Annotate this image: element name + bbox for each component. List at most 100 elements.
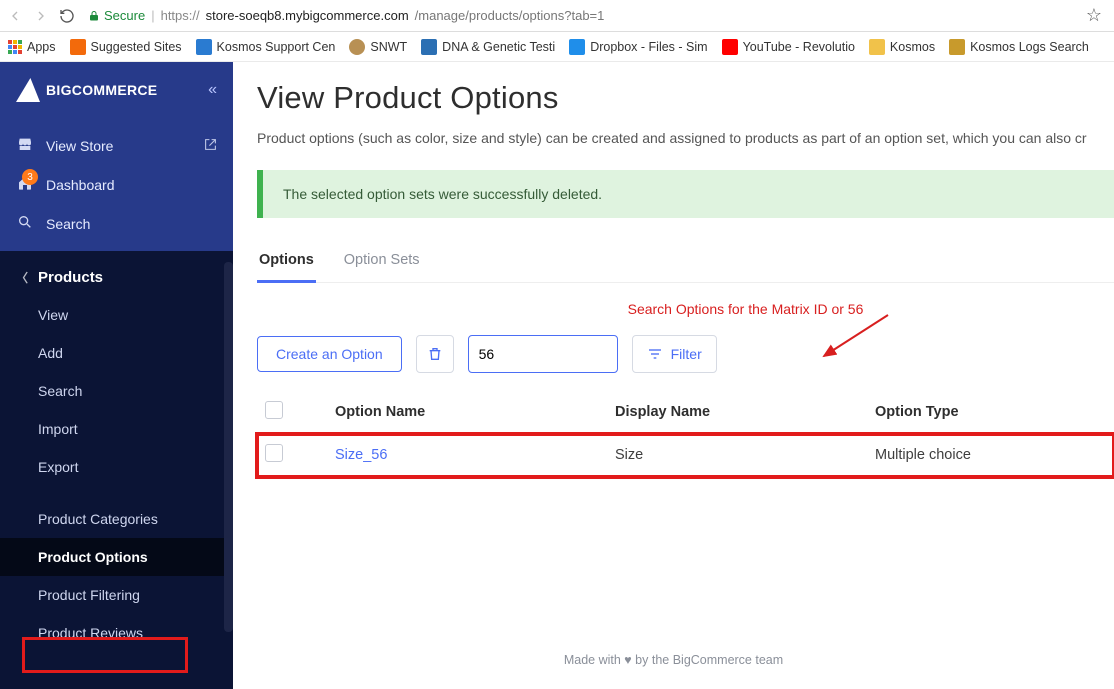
nav-label: View Store (46, 138, 113, 154)
favicon-icon (869, 39, 885, 55)
nav-label: Search (46, 216, 90, 232)
bookmark-item[interactable]: Kosmos Support Cen (196, 39, 336, 55)
bookmark-item[interactable]: Dropbox - Files - Sim (569, 39, 707, 55)
bookmark-label: Dropbox - Files - Sim (590, 40, 707, 54)
sidebar-item-export[interactable]: Export (0, 448, 233, 486)
brand-big: BIG (46, 82, 72, 98)
bookmark-item[interactable]: YouTube - Revolutio (722, 39, 855, 55)
forward-icon[interactable] (32, 7, 50, 25)
addr-sep: | (151, 8, 154, 23)
footer-pre: Made with (564, 653, 624, 667)
sidebar-item-import[interactable]: Import (0, 410, 233, 448)
sidebar-section-products[interactable]: 〈 Products (0, 251, 233, 296)
sidebar-group-2: Product Categories Product Options Produ… (0, 486, 233, 652)
favicon-icon (569, 39, 585, 55)
favicon-icon (722, 39, 738, 55)
row-checkbox[interactable] (265, 444, 283, 462)
sidebar-item-product-filtering[interactable]: Product Filtering (0, 576, 233, 614)
col-display-name: Display Name (615, 404, 875, 420)
sidebar-item-search[interactable]: Search (0, 372, 233, 410)
bookmark-item[interactable]: SNWT (349, 39, 407, 55)
search-options-input[interactable] (468, 335, 618, 373)
url-prefix: https:// (161, 8, 200, 23)
brand-text: BIGCOMMERCE (46, 82, 157, 98)
collapse-sidebar-icon[interactable]: « (208, 81, 217, 99)
reload-icon[interactable] (58, 7, 76, 25)
row-option-type: Multiple choice (875, 447, 1106, 463)
bookmark-label: YouTube - Revolutio (743, 40, 855, 54)
bookmark-item[interactable]: Kosmos (869, 39, 935, 55)
page: View Product Options Product options (su… (233, 62, 1114, 477)
options-toolbar: Create an Option Filter (257, 335, 1114, 373)
col-option-name: Option Name (335, 404, 615, 420)
tab-options[interactable]: Options (257, 244, 316, 283)
url-host: store-soeqb8.mybigcommerce.com (206, 8, 409, 23)
bookmark-item[interactable]: Suggested Sites (70, 39, 182, 55)
sidebar-item-view[interactable]: View (0, 296, 233, 334)
sidebar-item-product-reviews[interactable]: Product Reviews (0, 614, 233, 652)
app-shell: BIGCOMMERCE « View Store 3 Dashboard (0, 62, 1114, 689)
primary-nav: View Store 3 Dashboard Search (0, 118, 233, 251)
brand-logo-icon (16, 78, 40, 102)
section-title: Products (38, 269, 103, 286)
chevron-left-icon: 〈 (16, 269, 28, 286)
row-display-name: Size (615, 447, 875, 463)
col-option-type: Option Type (875, 404, 1106, 420)
address-bar[interactable]: Secure | https:// store-soeqb8.mybigcomme… (84, 8, 1078, 23)
page-footer: Made with ♥ by the BigCommerce team (233, 653, 1114, 667)
favicon-icon (196, 39, 212, 55)
external-link-icon (204, 138, 217, 154)
delete-button[interactable] (416, 335, 454, 373)
bookmark-apps[interactable]: Apps (8, 40, 56, 54)
bookmark-item[interactable]: Kosmos Logs Search (949, 39, 1089, 55)
bookmark-label: Apps (27, 40, 56, 54)
row-option-name-link[interactable]: Size_56 (335, 447, 615, 463)
create-option-button[interactable]: Create an Option (257, 336, 402, 372)
alert-text: The selected option sets were successful… (283, 186, 602, 202)
nav-dashboard[interactable]: 3 Dashboard (0, 165, 233, 204)
bookmark-label: SNWT (370, 40, 407, 54)
bookmark-label: DNA & Genetic Testi (442, 40, 555, 54)
secure-label: Secure (104, 8, 145, 23)
nav-label: Dashboard (46, 177, 115, 193)
nav-view-store[interactable]: View Store (0, 126, 233, 165)
footer-post: by the BigCommerce team (632, 653, 783, 667)
favicon-icon (70, 39, 86, 55)
annotation-text: Search Options for the Matrix ID or 56 (377, 301, 1114, 317)
url-path: /manage/products/options?tab=1 (415, 8, 605, 23)
filter-label: Filter (671, 346, 702, 362)
bookmark-label: Kosmos (890, 40, 935, 54)
sidebar-item-product-categories[interactable]: Product Categories (0, 500, 233, 538)
back-icon[interactable] (6, 7, 24, 25)
bookmark-label: Kosmos Logs Search (970, 40, 1089, 54)
select-all-checkbox[interactable] (265, 401, 283, 419)
table-header: Option Name Display Name Option Type (257, 391, 1114, 434)
favicon-icon (949, 39, 965, 55)
page-description: Product options (such as color, size and… (257, 130, 1114, 146)
bookmarks-bar: Apps Suggested Sites Kosmos Support Cen … (0, 32, 1114, 62)
favicon-icon (421, 39, 437, 55)
sidebar-scrollbar[interactable] (224, 262, 233, 632)
sidebar: BIGCOMMERCE « View Store 3 Dashboard (0, 62, 233, 689)
heart-icon: ♥ (624, 653, 631, 667)
dashboard-badge: 3 (22, 169, 38, 185)
options-table: Option Name Display Name Option Type Siz… (257, 391, 1114, 477)
favicon-icon (349, 39, 365, 55)
success-alert: The selected option sets were successful… (257, 170, 1114, 218)
brand-left: BIGCOMMERCE (16, 78, 157, 102)
browser-nav-row: Secure | https:// store-soeqb8.mybigcomme… (0, 0, 1114, 32)
bookmark-item[interactable]: DNA & Genetic Testi (421, 39, 555, 55)
nav-search[interactable]: Search (0, 204, 233, 243)
filter-button[interactable]: Filter (632, 335, 717, 373)
sidebar-item-product-options[interactable]: Product Options (0, 538, 233, 576)
tab-option-sets[interactable]: Option Sets (342, 244, 422, 282)
store-icon (16, 136, 34, 155)
brand-bar: BIGCOMMERCE « (0, 62, 233, 118)
bookmark-star-icon[interactable]: ☆ (1086, 5, 1102, 26)
filter-icon (647, 346, 663, 362)
main-content: View Product Options Product options (su… (233, 62, 1114, 689)
sidebar-item-add[interactable]: Add (0, 334, 233, 372)
bookmark-label: Kosmos Support Cen (217, 40, 336, 54)
secure-badge: Secure (88, 8, 145, 23)
apps-icon (8, 40, 22, 54)
